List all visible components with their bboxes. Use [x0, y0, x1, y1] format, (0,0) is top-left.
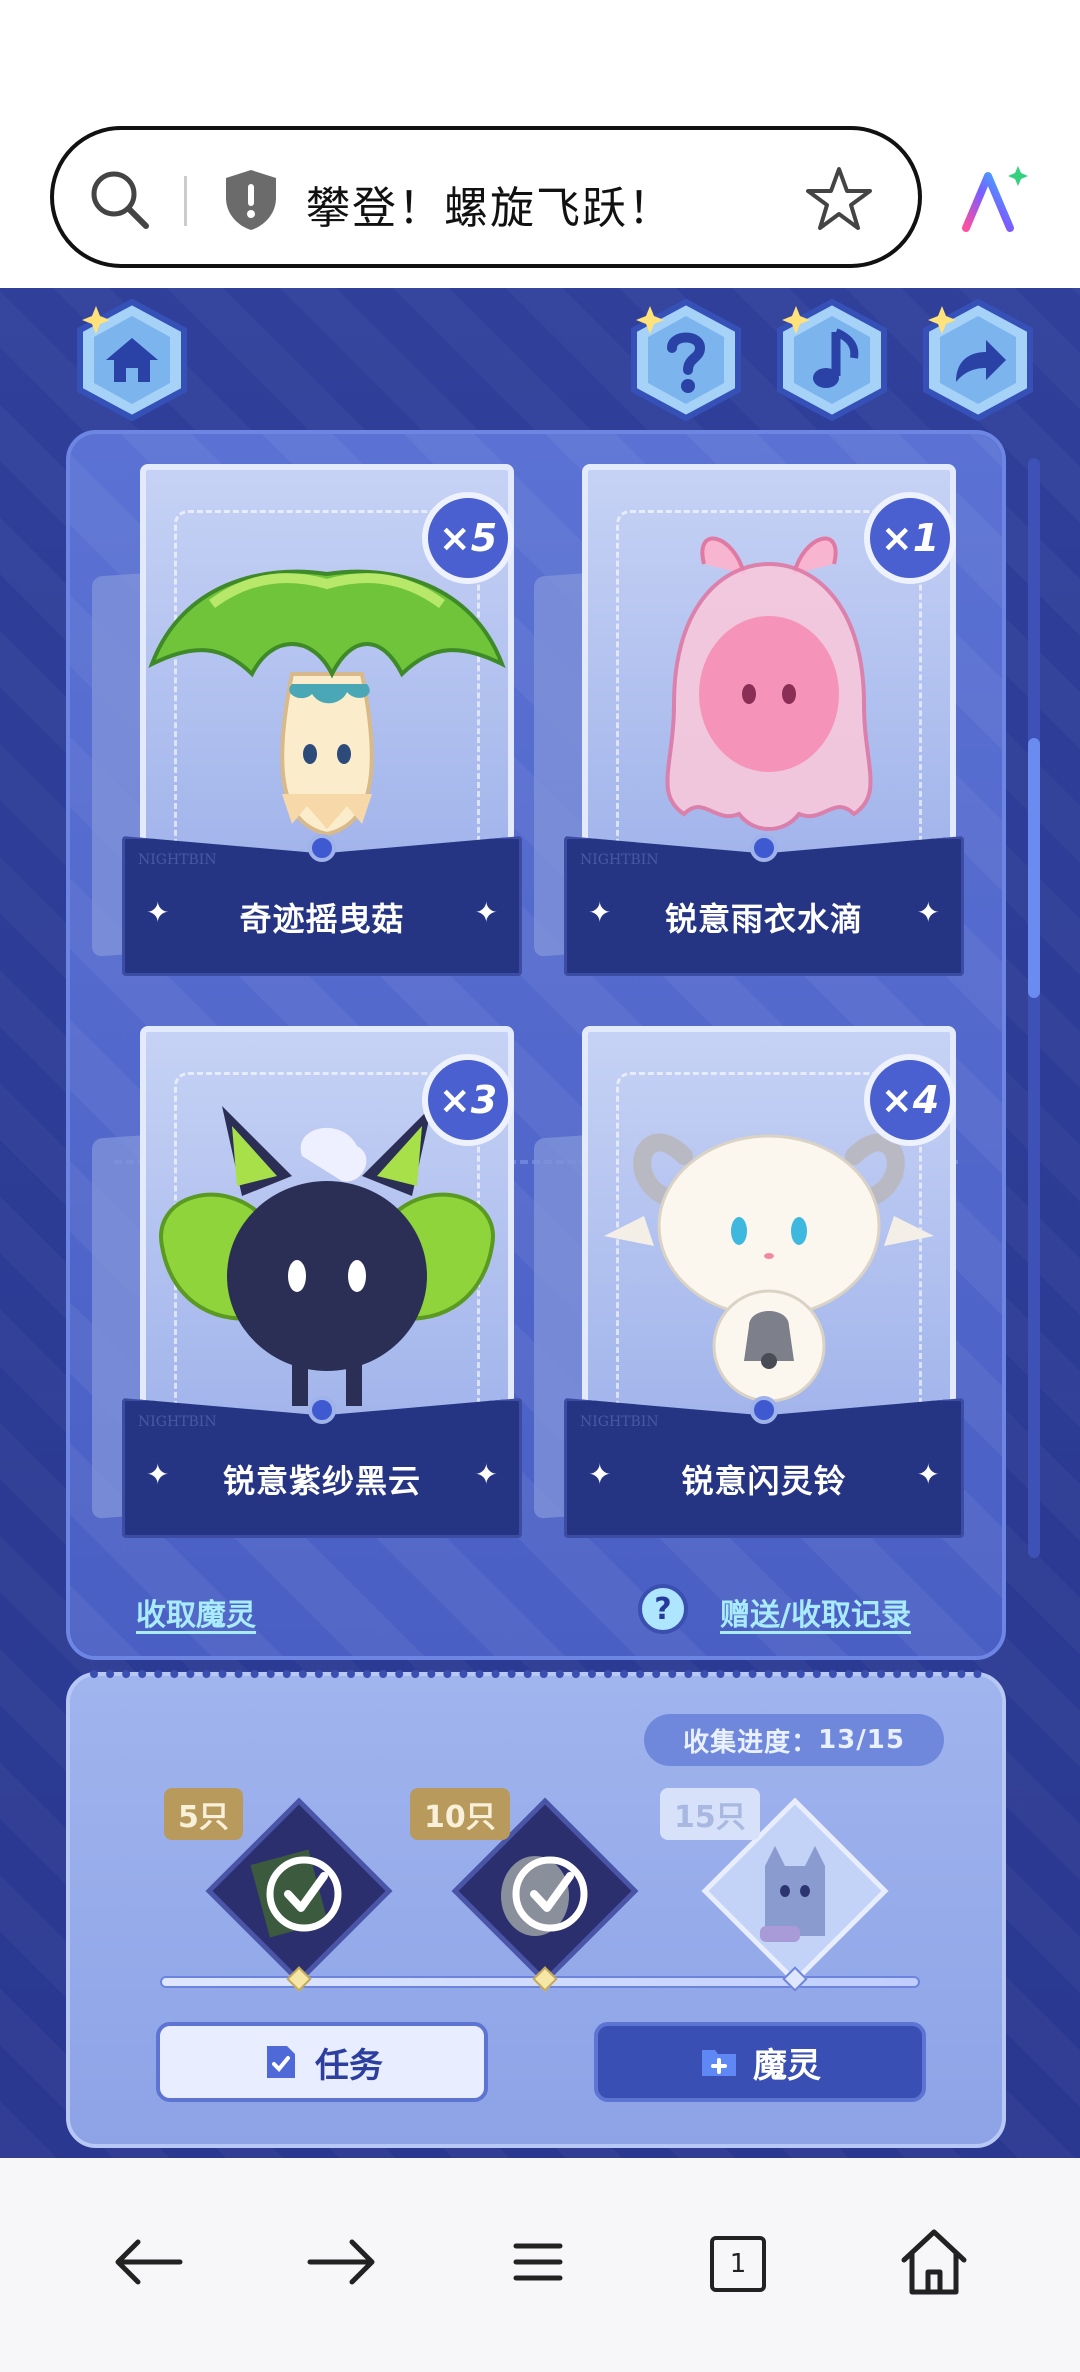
game-area: ×5 NIGHTBIN ✦ 奇迹摇曳菇 ✦ ×1 NIGHTBIN ✦ 锐意雨衣… [0, 288, 1080, 2158]
back-arrow-icon[interactable] [108, 2222, 188, 2302]
milestone-reward[interactable]: 10只 [410, 1788, 640, 1986]
milestone-tag: 15只 [660, 1788, 760, 1840]
count-badge: ×1 [864, 492, 956, 584]
tab-count: 1 [710, 2236, 766, 2292]
forward-arrow-icon[interactable] [302, 2222, 382, 2302]
spirit-name: 锐意紫纱黑云 [222, 1462, 421, 1500]
sparkle-icon: ✦ [916, 896, 940, 929]
spirit-card[interactable]: ×3 NIGHTBIN ✦ 锐意紫纱黑云 ✦ [92, 1026, 522, 1546]
home-nav-icon[interactable] [894, 2222, 974, 2302]
panel-scallop-edge [90, 1670, 982, 1680]
count-badge: ×5 [422, 492, 514, 584]
count-badge: ×3 [422, 1054, 514, 1146]
home-icon [77, 298, 187, 422]
card-label-dot [750, 1396, 778, 1424]
count-badge: ×4 [864, 1054, 956, 1146]
progress-label: 收集进度： [683, 1727, 819, 1758]
sparkle-icon: ✦ [474, 896, 498, 929]
card-watermark: NIGHTBIN [138, 852, 217, 868]
music-button[interactable] [770, 298, 894, 422]
share-button[interactable] [916, 298, 1040, 422]
spirit-card[interactable]: ×1 NIGHTBIN ✦ 锐意雨衣水滴 ✦ [534, 464, 964, 984]
spirit-card[interactable]: ×5 NIGHTBIN ✦ 奇迹摇曳菇 ✦ [92, 464, 522, 984]
spirit-collection-panel: ×5 NIGHTBIN ✦ 奇迹摇曳菇 ✦ ×1 NIGHTBIN ✦ 锐意雨衣… [66, 430, 1006, 1660]
spirit-name: 锐意雨衣水滴 [664, 900, 863, 938]
spirit-name: 锐意闪灵铃 [681, 1462, 847, 1500]
records-help-icon[interactable]: ? [638, 1584, 688, 1634]
progress-counter: 收集进度： 13/15 [644, 1714, 944, 1766]
scrollbar-track[interactable] [1028, 458, 1040, 1558]
ai-assistant-icon[interactable] [958, 162, 1030, 234]
browser-top-bar: 攀登！螺旋飞跃！ [0, 0, 1080, 288]
share-arrow-icon [923, 298, 1033, 422]
milestone-reward[interactable]: 15只 [660, 1788, 890, 1986]
scrollbar-thumb[interactable] [1028, 738, 1040, 998]
task-button[interactable]: 任务 [156, 2022, 488, 2102]
music-note-icon [777, 298, 887, 422]
card-watermark: NIGHTBIN [580, 1414, 659, 1430]
search-icon[interactable] [86, 166, 152, 232]
milestone-tag: 10只 [410, 1788, 510, 1840]
shield-icon[interactable] [222, 168, 280, 232]
menu-icon[interactable] [498, 2222, 578, 2302]
task-document-icon [267, 2046, 295, 2078]
bookmark-star-icon[interactable] [804, 164, 874, 234]
sparkle-icon: ✦ [916, 1458, 940, 1491]
home-button[interactable] [70, 298, 194, 422]
card-label-dot [750, 834, 778, 862]
spirit-button-label: 魔灵 [753, 2045, 821, 2086]
spirit-button[interactable]: 魔灵 [594, 2022, 926, 2102]
gift-records-link[interactable]: 赠送/收取记录 [720, 1590, 911, 1634]
browser-bottom-nav: 1 [0, 2158, 1080, 2372]
question-icon [631, 298, 741, 422]
folder-add-icon [702, 2050, 736, 2076]
address-divider [184, 176, 187, 226]
milestone-reward[interactable]: 5只 [164, 1788, 394, 1986]
app-screen: 攀登！螺旋飞跃！ ×5 NIGHTBIN ✦ 奇迹摇曳菇 ✦ ×1 NIGHTB… [0, 0, 1080, 2372]
collection-progress-panel: 收集进度： 13/15 5只 10只 15只 任务 魔灵 [66, 1670, 1006, 2148]
task-button-label: 任务 [315, 2045, 383, 2086]
card-label-dot [308, 834, 336, 862]
page-title: 攀登！螺旋飞跃！ [306, 183, 674, 234]
progress-value: 13/15 [818, 1725, 905, 1755]
card-label-dot [308, 1396, 336, 1424]
collect-spirit-link[interactable]: 收取魔灵 [136, 1590, 256, 1634]
sparkle-icon: ✦ [474, 1458, 498, 1491]
spirit-card[interactable]: ×4 NIGHTBIN ✦ 锐意闪灵铃 ✦ [534, 1026, 964, 1546]
address-bar[interactable]: 攀登！螺旋飞跃！ [50, 126, 922, 268]
tabs-button[interactable]: 1 [690, 2222, 770, 2302]
card-watermark: NIGHTBIN [580, 852, 659, 868]
help-button[interactable] [624, 298, 748, 422]
spirit-name: 奇迹摇曳菇 [239, 900, 405, 938]
milestone-tag: 5只 [164, 1788, 243, 1840]
card-watermark: NIGHTBIN [138, 1414, 217, 1430]
